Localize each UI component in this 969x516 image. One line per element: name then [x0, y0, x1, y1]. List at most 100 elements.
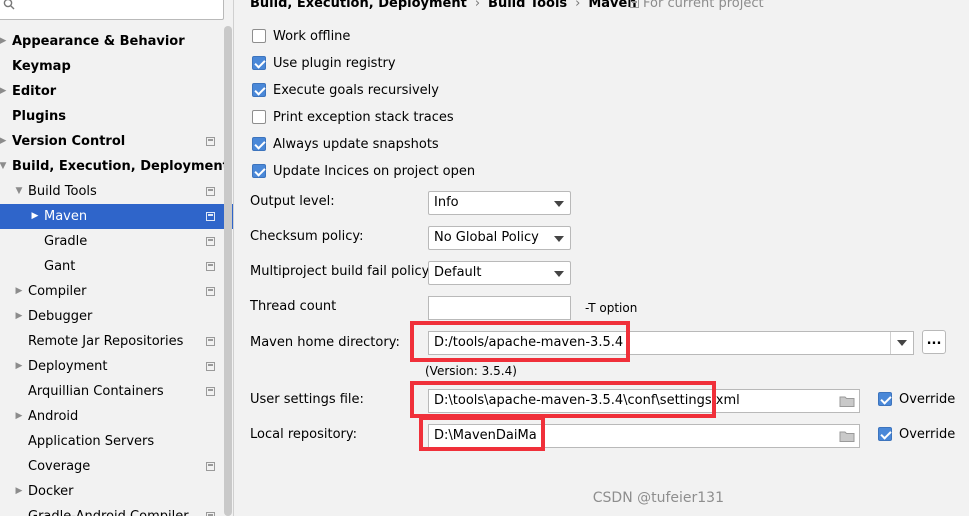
sidebar-item-build-tools[interactable]: ▼ Build Tools	[0, 179, 233, 204]
sidebar-item-label: Debugger	[28, 309, 93, 324]
maven-settings-panel: Build, Execution, Deployment › Build Tools…	[234, 0, 969, 516]
settings-search-input[interactable]	[0, 0, 224, 20]
sidebar-item-label: Gradle-Android Compiler	[28, 504, 189, 516]
sidebar-item-arquillian-containers[interactable]: Arquillian Containers	[0, 379, 233, 404]
thread-count-label: Thread count	[250, 299, 337, 314]
user-settings-input[interactable]: D:\tools\apache-maven-3.5.4\conf\setting…	[428, 389, 860, 413]
sidebar-item-gradle[interactable]: Gradle	[0, 229, 233, 254]
execute-goals-recursively-checkbox[interactable]	[252, 83, 266, 97]
user-settings-override-checkbox[interactable]	[878, 392, 892, 406]
update-indices-checkbox[interactable]	[252, 164, 266, 178]
expand-arrow-right-icon[interactable]: ▶	[0, 29, 8, 54]
sidebar-item-application-servers[interactable]: Application Servers	[0, 429, 233, 454]
sidebar-item-build-execution-deployment[interactable]: ▼ Build, Execution, Deployment	[0, 154, 233, 179]
checkbox-label: Update Incices on project open	[273, 164, 476, 179]
settings-sidebar: ▶ Appearance & Behavior Keymap ▶ Editor Plugi…	[0, 0, 234, 516]
project-scope-icon	[206, 362, 215, 371]
sidebar-item-label: Build Tools	[28, 184, 97, 199]
checksum-policy-select[interactable]: No Global Policy	[428, 226, 571, 250]
t-option-hint: -T option	[585, 301, 638, 315]
expand-arrow-right-icon[interactable]: ▶	[0, 129, 8, 154]
sidebar-item-remote-jar-repositories[interactable]: Remote Jar Repositories	[0, 329, 233, 354]
project-scope-icon	[206, 462, 215, 471]
sidebar-item-compiler[interactable]: ▶ Compiler	[0, 279, 233, 304]
maven-home-dropdown-button[interactable]	[890, 332, 913, 354]
breadcrumb-separator: ›	[575, 0, 581, 11]
work-offline-checkbox[interactable]	[252, 29, 266, 43]
sidebar-item-debugger[interactable]: ▶ Debugger	[0, 304, 233, 329]
sidebar-item-deployment[interactable]: ▶ Deployment	[0, 354, 233, 379]
expand-arrow-right-icon[interactable]: ▶	[14, 304, 24, 329]
browse-maven-home-button[interactable]: ...	[922, 330, 946, 354]
breadcrumb-separator: ›	[474, 0, 481, 11]
folder-icon[interactable]	[839, 429, 855, 443]
expand-arrow-right-icon[interactable]: ▶	[30, 204, 40, 229]
maven-home-combobox[interactable]: D:/tools/apache-maven-3.5.4	[428, 331, 914, 355]
print-exception-stack-traces-checkbox[interactable]	[252, 110, 266, 124]
local-repository-input[interactable]: D:\MavenDaiMa	[428, 424, 860, 448]
sidebar-item-label: Version Control	[12, 134, 126, 149]
sidebar-item-gant[interactable]: Gant	[0, 254, 233, 279]
expand-arrow-down-icon[interactable]: ▼	[14, 179, 24, 204]
sidebar-item-label: Build, Execution, Deployment	[12, 159, 229, 174]
chevron-down-icon	[554, 236, 564, 242]
breadcrumb-item[interactable]: Build Tools	[488, 0, 567, 11]
expand-arrow-right-icon[interactable]: ▶	[14, 479, 24, 504]
local-repository-override-checkbox[interactable]	[878, 427, 892, 441]
folder-icon[interactable]	[839, 394, 855, 408]
expand-arrow-right-icon[interactable]: ▶	[0, 79, 8, 104]
sidebar-item-label: Remote Jar Repositories	[28, 334, 184, 349]
output-level-value: Info	[434, 195, 459, 210]
scope-label: For current project	[643, 0, 764, 11]
local-repository-value: D:\MavenDaiMa	[434, 428, 537, 443]
sidebar-item-editor[interactable]: ▶ Editor	[0, 79, 233, 104]
sidebar-item-label: Arquillian Containers	[28, 384, 164, 399]
checkbox-label: Always update snapshots	[273, 137, 439, 152]
sidebar-item-label: Compiler	[28, 284, 87, 299]
sidebar-item-appearance-behavior[interactable]: ▶ Appearance & Behavior	[0, 29, 233, 54]
always-update-snapshots-checkbox[interactable]	[252, 137, 266, 151]
multiproject-fail-policy-label: Multiproject build fail policy:	[250, 264, 433, 279]
project-scope-icon	[206, 337, 215, 346]
breadcrumb: Build, Execution, Deployment › Build Tools…	[250, 0, 637, 14]
expand-arrow-right-icon[interactable]: ▶	[14, 404, 24, 429]
sidebar-item-docker[interactable]: ▶ Docker	[0, 479, 233, 504]
expand-arrow-right-icon[interactable]: ▶	[14, 279, 24, 304]
project-scope-icon	[630, 0, 639, 8]
sidebar-item-label: Appearance & Behavior	[12, 34, 185, 49]
project-scope-icon	[206, 237, 215, 246]
sidebar-item-coverage[interactable]: Coverage	[0, 454, 233, 479]
sidebar-item-version-control[interactable]: ▶ Version Control	[0, 129, 233, 154]
sidebar-item-keymap[interactable]: Keymap	[0, 54, 233, 79]
maven-home-value: D:/tools/apache-maven-3.5.4	[434, 335, 624, 350]
sidebar-item-maven[interactable]: ▶ Maven	[0, 204, 233, 229]
project-scope-icon	[206, 137, 215, 146]
chevron-down-icon	[897, 340, 907, 346]
chevron-down-icon	[554, 271, 564, 277]
thread-count-input[interactable]	[428, 296, 571, 320]
maven-version-text: (Version: 3.5.4)	[425, 364, 517, 378]
sidebar-item-plugins[interactable]: Plugins	[0, 104, 233, 129]
sidebar-item-android[interactable]: ▶ Android	[0, 404, 233, 429]
use-plugin-registry-checkbox[interactable]	[252, 56, 266, 70]
sidebar-item-label: Android	[28, 409, 79, 424]
sidebar-scrollbar[interactable]	[224, 26, 232, 516]
sidebar-item-label: Maven	[44, 209, 88, 224]
override-label: Override	[899, 427, 956, 442]
expand-arrow-down-icon[interactable]: ▼	[0, 154, 8, 179]
expand-arrow-right-icon[interactable]: ▶	[14, 354, 24, 379]
breadcrumb-item[interactable]: Build, Execution, Deployment	[250, 0, 467, 11]
sidebar-item-label: Application Servers	[28, 434, 155, 449]
checkbox-label: Print exception stack traces	[273, 110, 454, 125]
sidebar-item-gradle-android-compiler[interactable]: Gradle-Android Compiler	[0, 504, 233, 516]
checkbox-label: Execute goals recursively	[273, 83, 439, 98]
multiproject-fail-policy-select[interactable]: Default	[428, 261, 571, 285]
watermark: CSDN @tufeier131	[592, 490, 724, 506]
maven-home-label: Maven home directory:	[250, 335, 400, 350]
output-level-select[interactable]: Info	[428, 191, 571, 215]
sidebar-item-label: Keymap	[12, 59, 71, 74]
checkbox-label: Use plugin registry	[273, 56, 396, 71]
sidebar-item-label: Coverage	[28, 459, 91, 474]
output-level-label: Output level:	[250, 194, 335, 209]
checkbox-label: Work offline	[273, 29, 351, 44]
